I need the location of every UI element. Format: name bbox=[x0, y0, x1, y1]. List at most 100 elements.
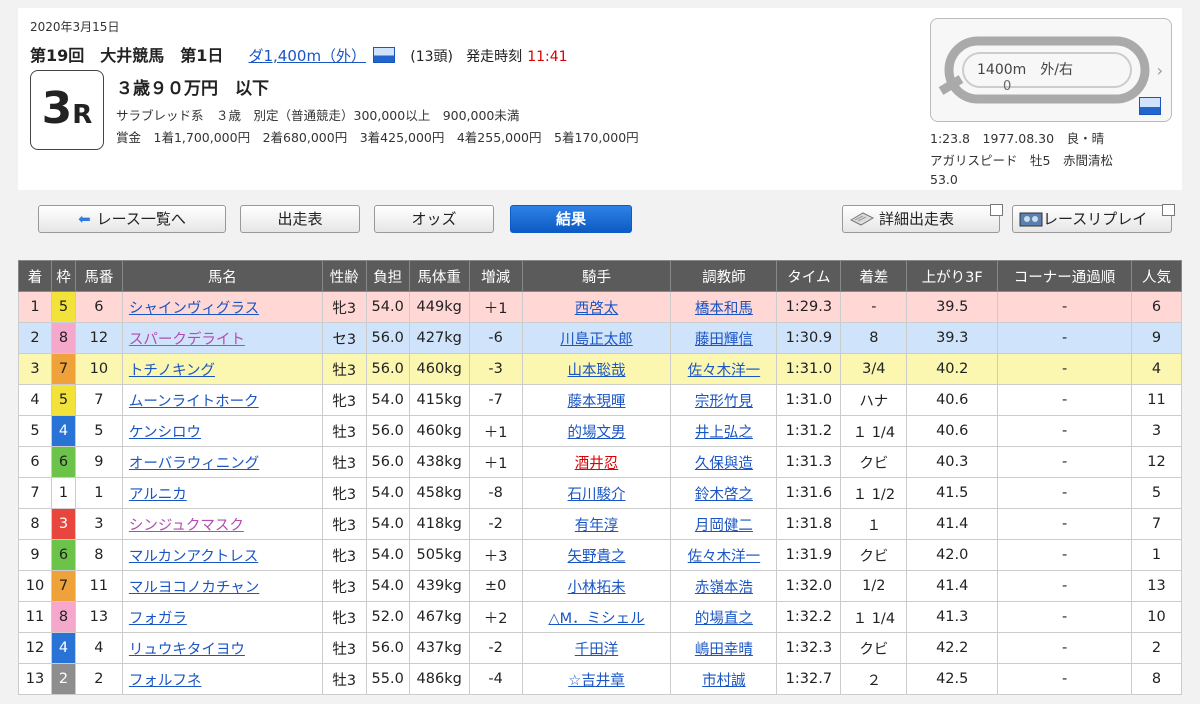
trainer-link[interactable]: 橋本和馬 bbox=[695, 301, 753, 317]
trainer-cell: 橋本和馬 bbox=[670, 291, 778, 323]
finish-position: 1 bbox=[18, 291, 52, 323]
trainer-link[interactable]: 井上弘之 bbox=[695, 425, 753, 441]
col-header: タイム bbox=[776, 260, 842, 292]
margin: １ bbox=[840, 508, 908, 540]
weight-change: -2 bbox=[468, 632, 523, 664]
trainer-cell: 井上弘之 bbox=[670, 415, 778, 447]
jockey-link[interactable]: 有年淳 bbox=[575, 518, 619, 534]
jockey-link[interactable]: ☆吉井章 bbox=[568, 673, 625, 689]
last-3f: 39.3 bbox=[906, 322, 999, 354]
body-weight: 439kg bbox=[408, 570, 470, 602]
corner-order: - bbox=[997, 415, 1132, 447]
trainer-cell: 鈴木啓之 bbox=[670, 477, 778, 509]
jockey-link[interactable]: 的場文男 bbox=[568, 425, 626, 441]
jockey-cell: 石川駿介 bbox=[521, 477, 672, 509]
finish-time: 1:31.3 bbox=[776, 446, 842, 478]
sex-age: セ3 bbox=[321, 322, 367, 354]
course-record-card[interactable]: 1400m 外/右 0 › bbox=[930, 18, 1172, 122]
bracket-number: 8 bbox=[50, 322, 76, 354]
jockey-link[interactable]: 西啓太 bbox=[575, 301, 619, 317]
last-3f: 41.4 bbox=[906, 508, 999, 540]
jockey-link[interactable]: 小林拓未 bbox=[568, 580, 626, 596]
body-weight: 437kg bbox=[408, 632, 470, 664]
detail-entries-button[interactable]: 詳細出走表 bbox=[842, 204, 1003, 233]
jockey-link[interactable]: 藤本現暉 bbox=[568, 394, 626, 410]
horse-name-cell: フォガラ bbox=[121, 601, 323, 633]
jockey-link[interactable]: 千田洋 bbox=[575, 642, 619, 658]
horse-name-link[interactable]: アルニカ bbox=[129, 487, 187, 503]
horse-name-link[interactable]: トチノキング bbox=[129, 363, 215, 379]
col-header: 調教師 bbox=[670, 260, 778, 292]
course-map-icon[interactable] bbox=[373, 47, 396, 63]
jockey-link[interactable]: 石川駿介 bbox=[568, 487, 626, 503]
horse-number: 4 bbox=[74, 632, 123, 664]
jockey-link[interactable]: 川島正太郎 bbox=[560, 332, 633, 348]
jockey-link[interactable]: 矢野貴之 bbox=[568, 549, 626, 565]
carried-weight: 54.0 bbox=[365, 508, 410, 540]
horse-name-link[interactable]: マルカンアクトレス bbox=[129, 549, 258, 565]
trainer-link[interactable]: 市村誠 bbox=[702, 673, 746, 689]
header-row: 着 枠 馬番 馬名 性齢 負担 馬体重 増減 騎手 調教師 タイム 着差 上がり… bbox=[18, 260, 1183, 292]
horse-name-link[interactable]: シンジュクマスク bbox=[129, 518, 244, 534]
sex-age: 牝3 bbox=[321, 601, 367, 633]
trainer-link[interactable]: 久保與造 bbox=[695, 456, 753, 472]
horse-number: 11 bbox=[74, 570, 123, 602]
jockey-link[interactable]: 山本聡哉 bbox=[568, 363, 626, 379]
trainer-link[interactable]: 的場直之 bbox=[695, 611, 753, 627]
finish-time: 1:31.8 bbox=[776, 508, 842, 540]
horse-name-link[interactable]: スパークデライト bbox=[129, 332, 245, 348]
horse-name-cell: マルカンアクトレス bbox=[121, 539, 323, 571]
results-body: 1 5 6 シャインヴィグラス 牝3 54.0 449kg ＋1 西啓太 橋本和馬 1:29.3-3… bbox=[18, 291, 1183, 695]
trainer-link[interactable]: 赤嶺本浩 bbox=[695, 580, 753, 596]
corner-order: - bbox=[997, 632, 1132, 664]
trainer-link[interactable]: 宗形竹見 bbox=[695, 394, 753, 410]
carried-weight: 54.0 bbox=[365, 384, 410, 416]
weight-change: -3 bbox=[468, 353, 523, 385]
trainer-link[interactable]: 月岡健二 bbox=[695, 518, 753, 534]
jockey-link[interactable]: 酒井忍 bbox=[575, 456, 619, 472]
horse-name-cell: シャインヴィグラス bbox=[121, 291, 323, 323]
trainer-link[interactable]: 鈴木啓之 bbox=[695, 487, 753, 503]
margin: クビ bbox=[840, 446, 908, 478]
trainer-link[interactable]: 嶋田幸晴 bbox=[695, 642, 753, 658]
race-number: 3 bbox=[41, 83, 73, 134]
bracket-number: 4 bbox=[50, 632, 76, 664]
race-date: 2020年3月15日 bbox=[30, 20, 120, 34]
horse-name-cell: トチノキング bbox=[121, 353, 323, 385]
margin: 3/4 bbox=[840, 353, 908, 385]
race-replay-button[interactable]: レースリプレイ bbox=[1012, 204, 1175, 233]
course-link[interactable]: ダ1,400m（外） bbox=[249, 47, 367, 65]
corner-order: - bbox=[997, 384, 1132, 416]
body-weight: 418kg bbox=[408, 508, 470, 540]
bracket-number: 1 bbox=[50, 477, 76, 509]
trainer-link[interactable]: 佐々木洋一 bbox=[688, 363, 761, 379]
race-header: 2020年3月15日 第19回 大井競馬 第1日 ダ1,400m（外） (13頭… bbox=[18, 8, 1182, 190]
horse-name-link[interactable]: フォルフネ bbox=[129, 673, 202, 689]
arrow-left-icon: ⬅ bbox=[78, 210, 91, 228]
tab-results[interactable]: 結果 bbox=[510, 205, 632, 233]
jockey-link[interactable]: △M．ミシェル bbox=[548, 611, 644, 627]
table-row: 10 7 11 マルヨコノカチャン 牝3 54.0 439kg ±0 小林拓未 赤嶺本浩 1:32.… bbox=[18, 570, 1183, 602]
tab-odds[interactable]: オッズ bbox=[374, 205, 494, 233]
finish-time: 1:31.0 bbox=[776, 384, 842, 416]
race-list-button[interactable]: ⬅ レース一覧へ bbox=[38, 205, 226, 233]
body-weight: 438kg bbox=[408, 446, 470, 478]
horse-name-link[interactable]: シャインヴィグラス bbox=[129, 301, 259, 317]
horse-name-link[interactable]: フォガラ bbox=[129, 611, 187, 627]
tab-odds-label: オッズ bbox=[411, 210, 457, 228]
last-3f: 40.2 bbox=[906, 353, 999, 385]
horse-name-link[interactable]: リュウキタイヨウ bbox=[129, 642, 245, 658]
trainer-link[interactable]: 佐々木洋一 bbox=[688, 549, 761, 565]
horse-name-link[interactable]: ムーンライトホーク bbox=[129, 394, 259, 410]
tab-entries[interactable]: 出走表 bbox=[240, 205, 360, 233]
col-header: 騎手 bbox=[521, 260, 672, 292]
weight-change: ＋1 bbox=[468, 291, 523, 323]
horse-name-link[interactable]: マルヨコノカチャン bbox=[129, 580, 259, 596]
bracket-number: 5 bbox=[50, 291, 76, 323]
race-number-badge: 3R bbox=[30, 70, 104, 150]
horse-name-link[interactable]: オーバラウィニング bbox=[129, 456, 259, 472]
horse-name-link[interactable]: ケンシロウ bbox=[129, 425, 201, 441]
trainer-link[interactable]: 藤田輝信 bbox=[695, 332, 753, 348]
body-weight: 460kg bbox=[408, 415, 470, 447]
horse-number: 5 bbox=[74, 415, 123, 447]
